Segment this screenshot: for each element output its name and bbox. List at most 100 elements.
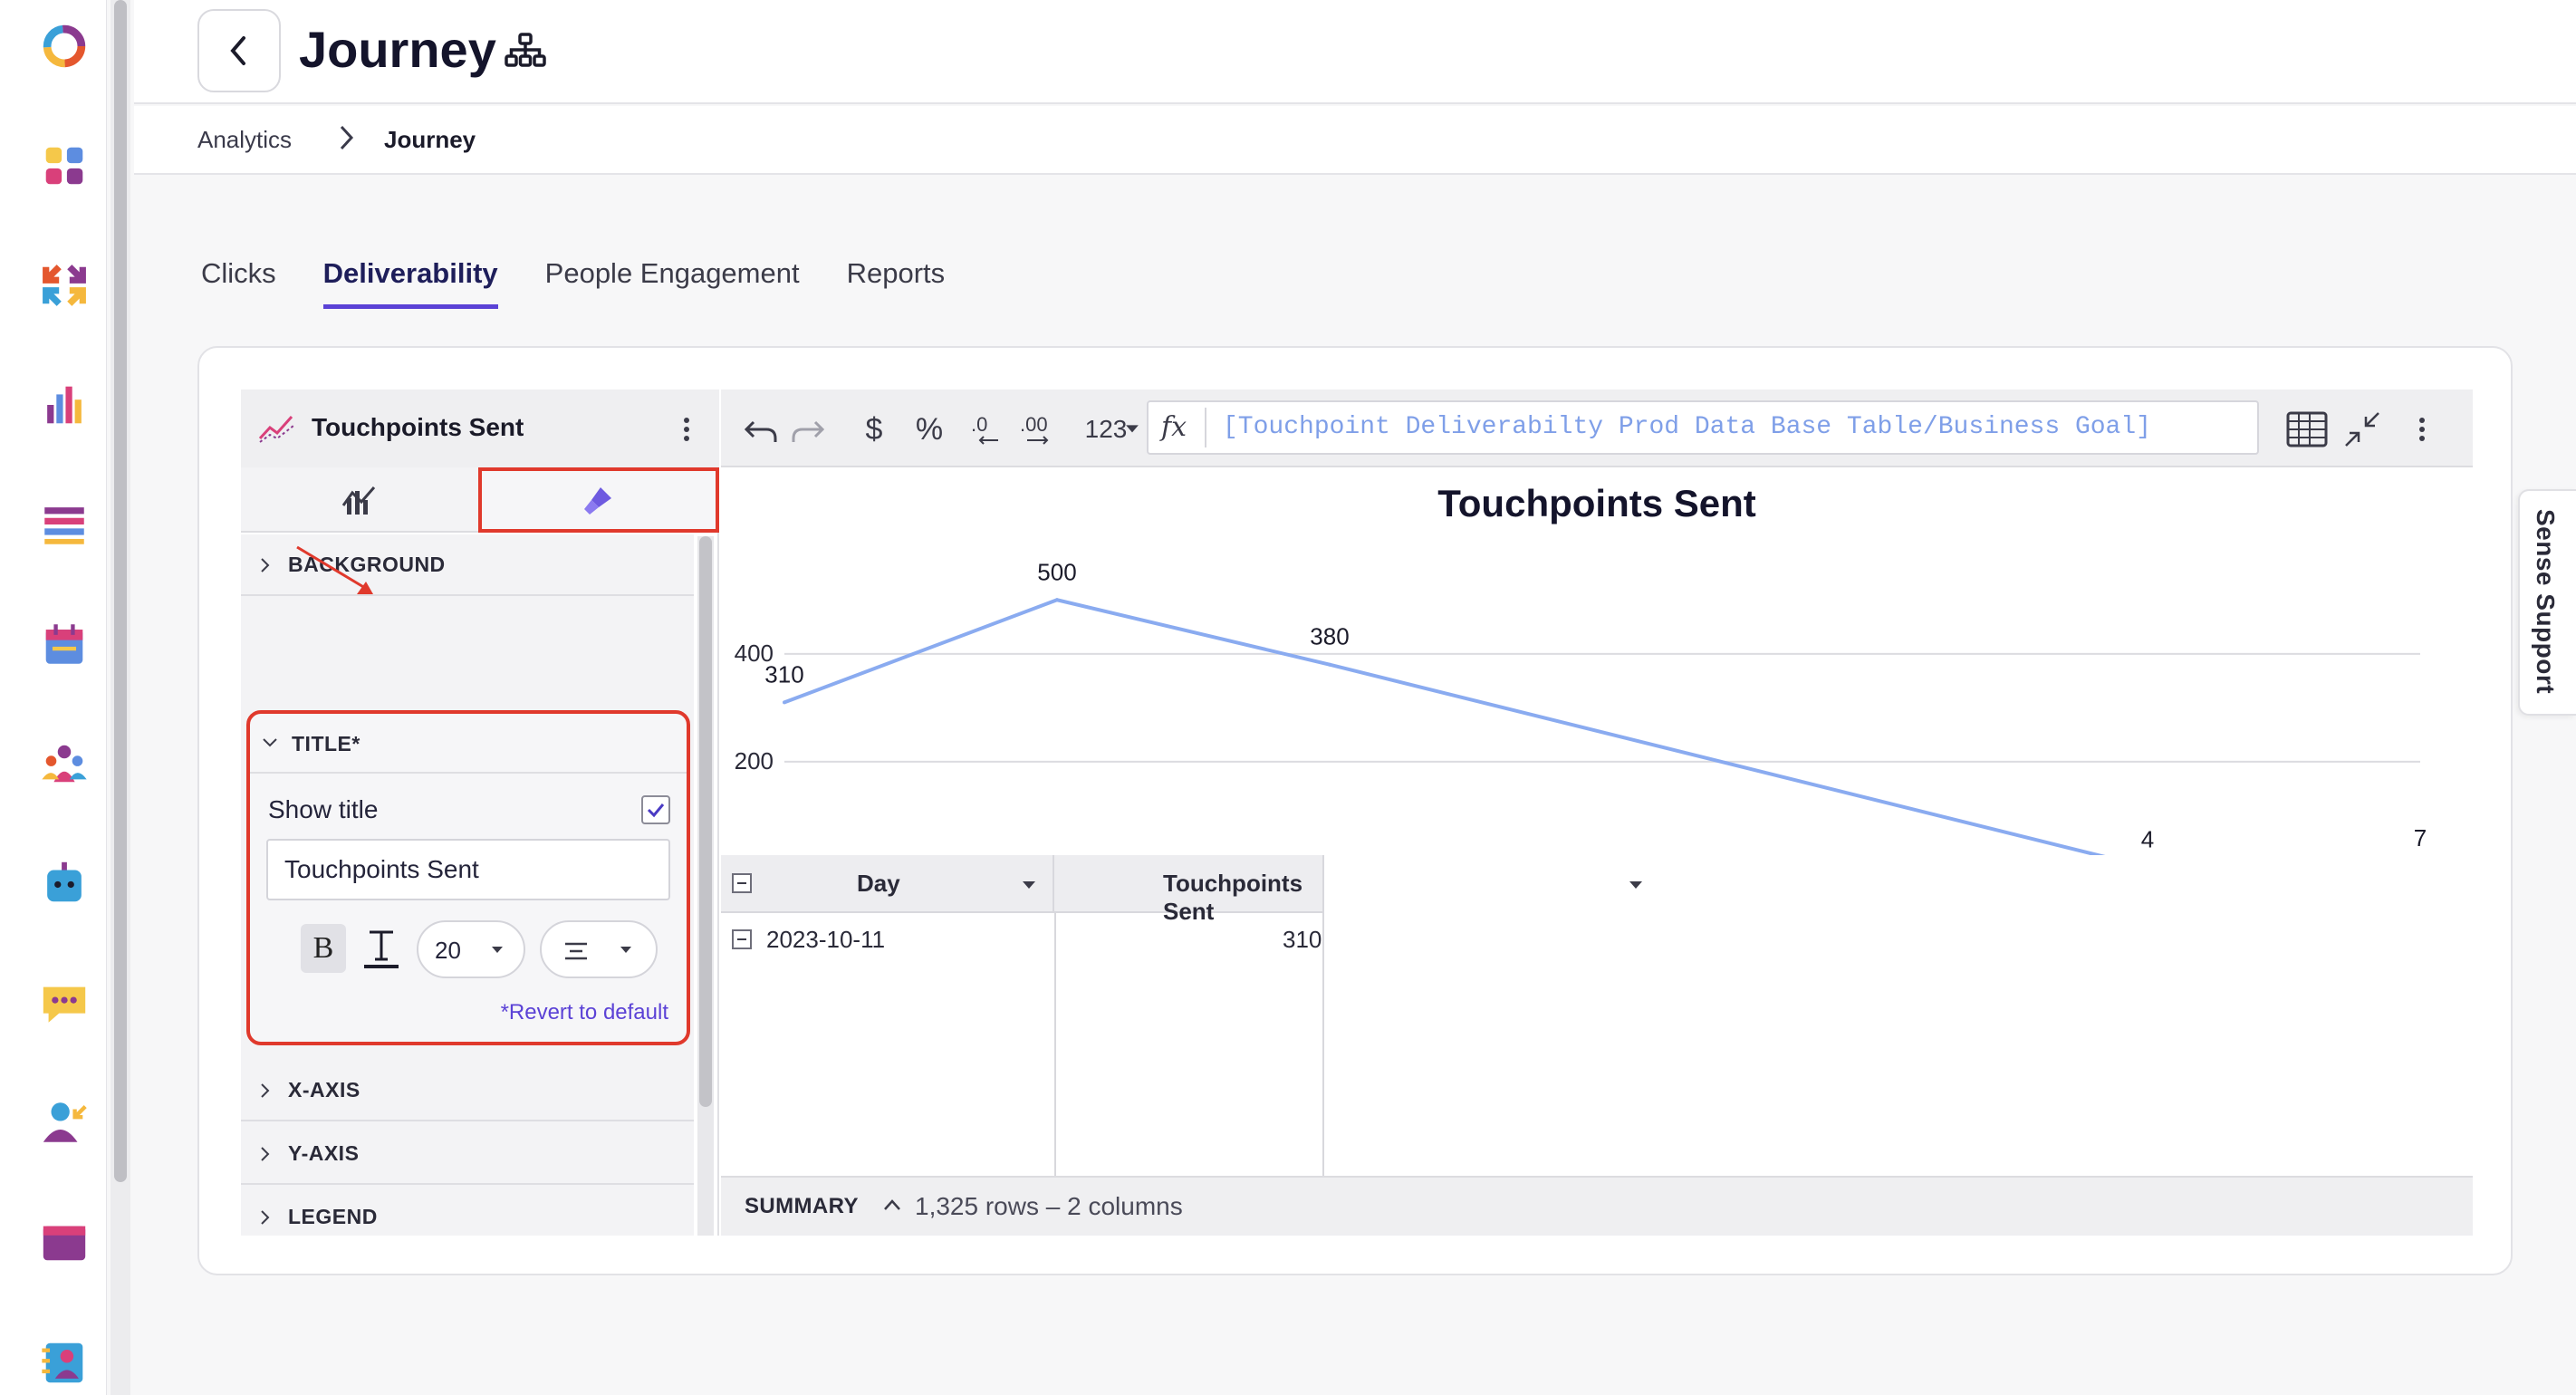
panel-tabs: [241, 467, 719, 533]
text-color-icon: [364, 930, 399, 968]
page-title: Journey: [299, 21, 496, 78]
arrows-icon[interactable]: [33, 254, 96, 317]
breadcrumb-journey: Journey: [384, 126, 476, 153]
redo-icon[interactable]: [790, 409, 826, 449]
tab-deliverability[interactable]: Deliverability: [322, 257, 498, 309]
table-body: 2023-10-11 310: [721, 913, 1324, 1176]
summary-bar[interactable]: SUMMARY 1,325 rows – 2 columns: [721, 1176, 2473, 1236]
caret-down-icon[interactable]: [1022, 880, 1036, 890]
dashboard-icon[interactable]: [33, 134, 96, 197]
table-header: Day Touchpoints Sent: [721, 855, 1642, 925]
tab-clicks[interactable]: Clicks: [201, 257, 276, 309]
widget-header: Touchpoints Sent: [241, 390, 719, 467]
formula-bar[interactable]: fx [Touchpoint Deliverabilty Prod Data B…: [1147, 400, 2259, 455]
bar-chart-icon[interactable]: [33, 373, 96, 437]
chevron-right-icon: [261, 1083, 270, 1098]
more-options-icon[interactable]: [2413, 409, 2431, 449]
widget-title: Touchpoints Sent: [312, 413, 524, 441]
chevron-up-icon[interactable]: [882, 1198, 902, 1212]
property-sections: BACKGROUND TITLE* Show title Touchpoints…: [241, 534, 694, 1236]
chevron-right-icon: [340, 125, 354, 150]
tab-people-engagement[interactable]: People Engagement: [545, 257, 800, 309]
section-y-axis[interactable]: Y-AXIS: [241, 1123, 694, 1185]
annotation-arrow: [296, 545, 373, 594]
font-size-select[interactable]: 20: [417, 920, 525, 978]
section-title[interactable]: TITLE*: [250, 714, 687, 774]
window-icon[interactable]: [33, 1210, 96, 1274]
row-value: 310: [1283, 926, 1322, 953]
percent-format-button[interactable]: %: [911, 409, 947, 449]
visualization-panel: $ % .0 .00 123 fx [Touchpoint Deliverabi…: [721, 390, 2473, 1236]
chevron-right-icon: [261, 558, 270, 572]
data-label: 4: [2141, 826, 2154, 853]
user-icon[interactable]: [33, 1091, 96, 1154]
formula-icon: fx: [1161, 411, 1187, 443]
tab-design[interactable]: [478, 467, 719, 533]
rail-scrollbar[interactable]: [111, 0, 130, 1395]
svg-text:.0: .0: [971, 413, 987, 436]
summary-label: SUMMARY: [745, 1194, 859, 1218]
logo-icon[interactable]: [33, 14, 96, 78]
sense-support-tab[interactable]: Sense Support: [2518, 489, 2576, 716]
chevron-right-icon: [261, 1147, 270, 1161]
title-text-input[interactable]: [266, 839, 670, 900]
line-chart-icon: [258, 416, 294, 443]
bold-button[interactable]: B: [301, 924, 346, 973]
caret-down-icon[interactable]: [1629, 880, 1643, 890]
summary-info: 1,325 rows – 2 columns: [915, 1192, 1183, 1220]
bot-icon[interactable]: [33, 851, 96, 915]
tab-data[interactable]: [241, 467, 478, 533]
section-x-axis[interactable]: X-AXIS: [241, 1060, 694, 1121]
contacts-icon[interactable]: [33, 1330, 96, 1393]
alignment-select[interactable]: [540, 920, 658, 978]
tab-bar: Clicks Deliverability People Engagement …: [201, 257, 945, 309]
text-color-button[interactable]: [357, 924, 406, 973]
chart-data-icon: [341, 486, 376, 515]
back-button[interactable]: [197, 9, 281, 92]
paint-brush-icon: [584, 487, 611, 515]
show-title-label: Show title: [268, 795, 379, 823]
list-icon[interactable]: [33, 493, 96, 556]
breadcrumb-analytics[interactable]: Analytics: [197, 126, 292, 154]
people-icon[interactable]: [33, 732, 96, 795]
data-label: 380: [1310, 623, 1349, 650]
hierarchy-icon[interactable]: [504, 31, 547, 71]
table-view-icon[interactable]: [2284, 409, 2330, 449]
align-center-icon: [565, 942, 587, 960]
show-title-checkbox[interactable]: [641, 795, 670, 824]
collapse-row-icon[interactable]: [732, 929, 752, 949]
chevron-left-icon: [230, 36, 245, 65]
main-area: Journey Analytics Journey Clicks Deliver…: [134, 0, 2576, 1395]
collapse-icon[interactable]: [2342, 409, 2382, 449]
app-root: Journey Analytics Journey Clicks Deliver…: [0, 0, 2576, 1395]
chevron-down-icon: [263, 738, 277, 747]
currency-format-button[interactable]: $: [859, 409, 889, 449]
caret-down-icon[interactable]: [1125, 424, 1139, 435]
calendar-icon[interactable]: [33, 612, 96, 676]
collapse-all-icon[interactable]: [732, 873, 752, 893]
formula-expression[interactable]: [Touchpoint Deliverabilty Prod Data Base…: [1223, 413, 2151, 441]
increase-decimal-icon[interactable]: .00: [1018, 409, 1060, 449]
revert-to-default-link[interactable]: *Revert to default: [501, 1000, 668, 1025]
data-point: [1055, 598, 1059, 602]
undo-icon[interactable]: [743, 409, 779, 449]
properties-panel: Touchpoints Sent BACKGROUND TITLE* Show …: [241, 390, 719, 1236]
more-options-icon[interactable]: [678, 411, 696, 447]
data-label: 7: [2414, 824, 2427, 851]
section-legend[interactable]: LEGEND: [241, 1187, 694, 1236]
data-table: Day Touchpoints Sent 2023-10-11 310: [721, 855, 2473, 1181]
chat-icon[interactable]: [33, 971, 96, 1034]
panel-scrollbar[interactable]: [697, 536, 714, 1236]
svg-text:.00: .00: [1020, 413, 1048, 436]
series-line: [783, 598, 2421, 870]
y-tick-label: 200: [735, 747, 774, 774]
column-header-day[interactable]: Day: [721, 855, 1054, 913]
row-day: 2023-10-11: [766, 926, 886, 953]
data-point: [1328, 662, 1331, 667]
decrease-decimal-icon[interactable]: .0: [967, 409, 1004, 449]
number-format-button[interactable]: 123: [1081, 409, 1130, 449]
tab-reports[interactable]: Reports: [847, 257, 946, 309]
column-header-touchpoints[interactable]: Touchpoints Sent: [1056, 855, 1642, 925]
caret-down-icon: [492, 947, 503, 953]
breadcrumb: Analytics Journey: [134, 106, 2576, 175]
